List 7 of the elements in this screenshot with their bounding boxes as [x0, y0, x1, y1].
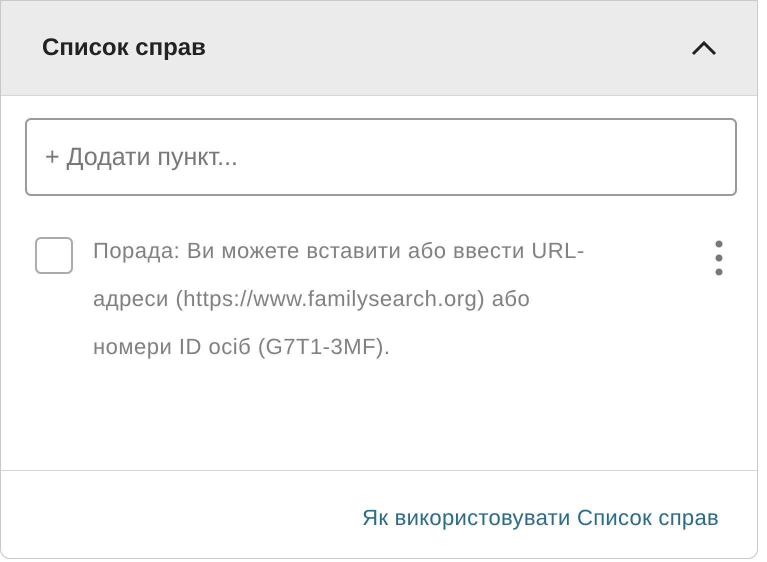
- checkbox[interactable]: [35, 237, 73, 274]
- item-text: Порада: Ви можете вставити або ввести URL-адреси (https://www.familysearch.org) або номери ID осіб (G7T1-3MF).: [93, 237, 586, 361]
- add-item-field[interactable]: + Додати пункт...: [25, 118, 737, 196]
- help-link[interactable]: Як використовувати Список справ: [362, 495, 719, 534]
- more-options-icon[interactable]: [715, 240, 723, 276]
- panel-title: Список справ: [42, 33, 206, 63]
- chevron-up-icon[interactable]: [691, 40, 717, 56]
